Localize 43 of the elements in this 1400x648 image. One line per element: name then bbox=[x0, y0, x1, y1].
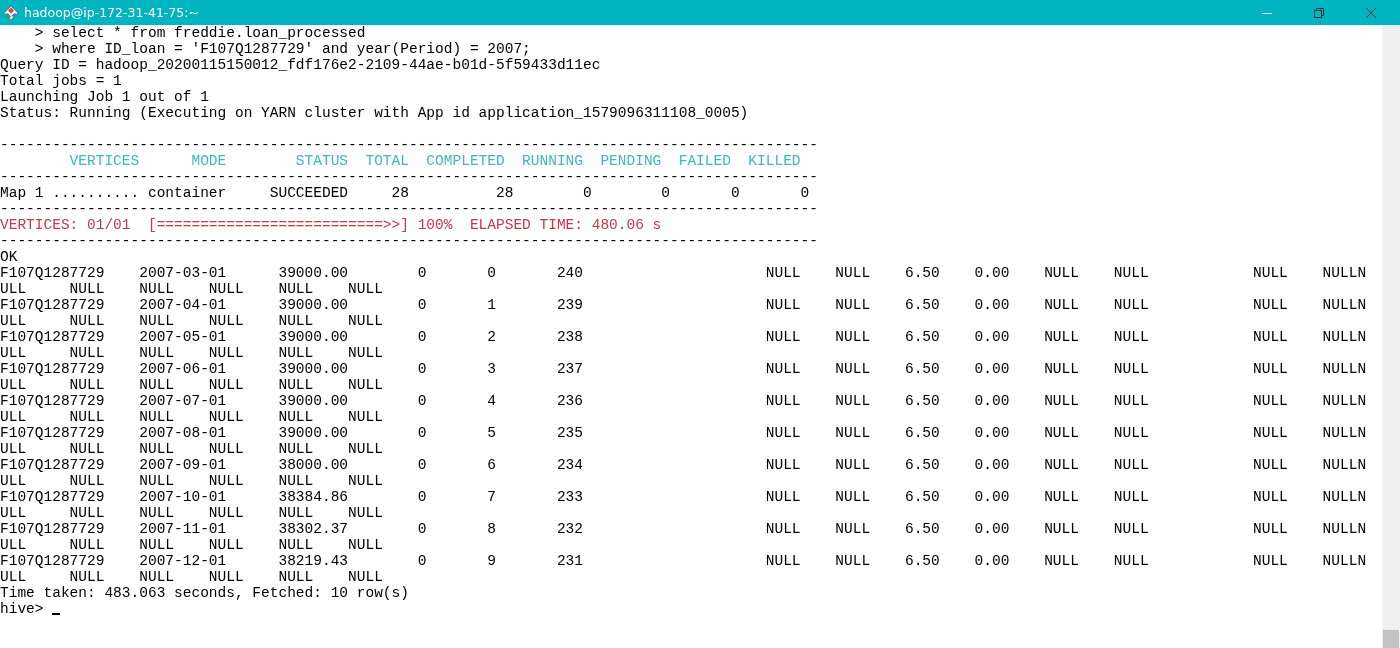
terminal-line: Time taken: 483.063 seconds, Fetched: 10 row(s) bbox=[0, 585, 409, 601]
scrollbar-thumb[interactable] bbox=[1383, 630, 1399, 648]
terminal-line: ULL NULL NULL NULL NULL NULL bbox=[0, 473, 383, 489]
terminal-line: F107Q1287729 2007-09-01 38000.00 0 6 234 NULL NULL 6.50 0.00 NULL NULL NULL NULLN bbox=[0, 457, 1367, 473]
terminal-line: ULL NULL NULL NULL NULL NULL bbox=[0, 409, 383, 425]
terminal-line: F107Q1287729 2007-08-01 39000.00 0 5 235 NULL NULL 6.50 0.00 NULL NULL NULL NULLN bbox=[0, 425, 1367, 441]
separator-line: ---------------------------------------------------------------------------------------------- bbox=[0, 201, 818, 217]
terminal-line: Map 1 .......... container SUCCEEDED 28 28 0 0 0 0 bbox=[0, 185, 810, 201]
terminal-line: F107Q1287729 2007-10-01 38384.86 0 7 233 NULL NULL 6.50 0.00 NULL NULL NULL NULLN bbox=[0, 489, 1367, 505]
terminal-app-icon bbox=[3, 4, 19, 21]
terminal-line: ULL NULL NULL NULL NULL NULL bbox=[0, 441, 383, 457]
command-prompt: hive> bbox=[0, 601, 45, 617]
separator-line: ---------------------------------------------------------------------------------------------- bbox=[0, 169, 818, 185]
terminal-line: ULL NULL NULL NULL NULL NULL bbox=[0, 281, 383, 297]
terminal-line: ULL NULL NULL NULL NULL NULL bbox=[0, 345, 383, 361]
terminal-line: Total jobs = 1 bbox=[0, 73, 122, 89]
terminal-line: ULL NULL NULL NULL NULL NULL bbox=[0, 569, 383, 585]
terminal-line: > select * from freddie.loan_processed bbox=[33, 25, 366, 41]
window-title: hadoop@ip-172-31-41-75:~ bbox=[24, 5, 199, 20]
text-cursor bbox=[52, 613, 61, 615]
restore-icon bbox=[1314, 7, 1324, 18]
separator-line: ---------------------------------------------------------------------------------------------- bbox=[0, 233, 818, 249]
terminal-line: > where ID_loan = 'F107Q1287729' and year(Period) = 2007; bbox=[33, 41, 531, 57]
scrollbar[interactable] bbox=[1382, 25, 1400, 648]
separator-line: ---------------------------------------------------------------------------------------------- bbox=[0, 137, 818, 153]
terminal-line: OK bbox=[0, 249, 18, 265]
terminal-line: ULL NULL NULL NULL NULL NULL bbox=[0, 505, 383, 521]
terminal-line: ULL NULL NULL NULL NULL NULL bbox=[0, 377, 383, 393]
terminal-line: F107Q1287729 2007-05-01 39000.00 0 2 238 NULL NULL 6.50 0.00 NULL NULL NULL NULLN bbox=[0, 329, 1367, 345]
close-icon bbox=[1366, 7, 1376, 18]
terminal-line: F107Q1287729 2007-06-01 39000.00 0 3 237 NULL NULL 6.50 0.00 NULL NULL NULL NULLN bbox=[0, 361, 1367, 377]
terminal-line: ULL NULL NULL NULL NULL NULL bbox=[0, 313, 383, 329]
terminal-line: F107Q1287729 2007-03-01 39000.00 0 0 240 NULL NULL 6.50 0.00 NULL NULL NULL NULLN bbox=[0, 265, 1367, 281]
terminal-line: ULL NULL NULL NULL NULL NULL bbox=[0, 537, 383, 553]
terminal-line: Query ID = hadoop_20200115150012_fdf176e2-2109-44ae-b01d-5f59433d11ec bbox=[0, 57, 601, 73]
terminal-line: F107Q1287729 2007-04-01 39000.00 0 1 239 NULL NULL 6.50 0.00 NULL NULL NULL NULLN bbox=[0, 297, 1367, 313]
terminal-line: F107Q1287729 2007-11-01 38302.37 0 8 232 NULL NULL 6.50 0.00 NULL NULL NULL NULLN bbox=[0, 521, 1367, 537]
terminal-line: F107Q1287729 2007-12-01 38219.43 0 9 231 NULL NULL 6.50 0.00 NULL NULL NULL NULLN bbox=[0, 553, 1367, 569]
progress-line: VERTICES: 01/01 [==========================>>] 100% ELAPSED TIME: 480.06 s bbox=[0, 217, 662, 233]
terminal-line: F107Q1287729 2007-07-01 39000.00 0 4 236 NULL NULL 6.50 0.00 NULL NULL NULL NULLN bbox=[0, 393, 1367, 409]
table-header-line: VERTICES MODE STATUS TOTAL COMPLETED RUNNING PENDING FAILED KILLED bbox=[68, 153, 801, 169]
terminal-line: Status: Running (Executing on YARN cluster with App id application_1579096311108_0005) bbox=[0, 105, 749, 121]
terminal-line: Launching Job 1 out of 1 bbox=[0, 89, 209, 105]
